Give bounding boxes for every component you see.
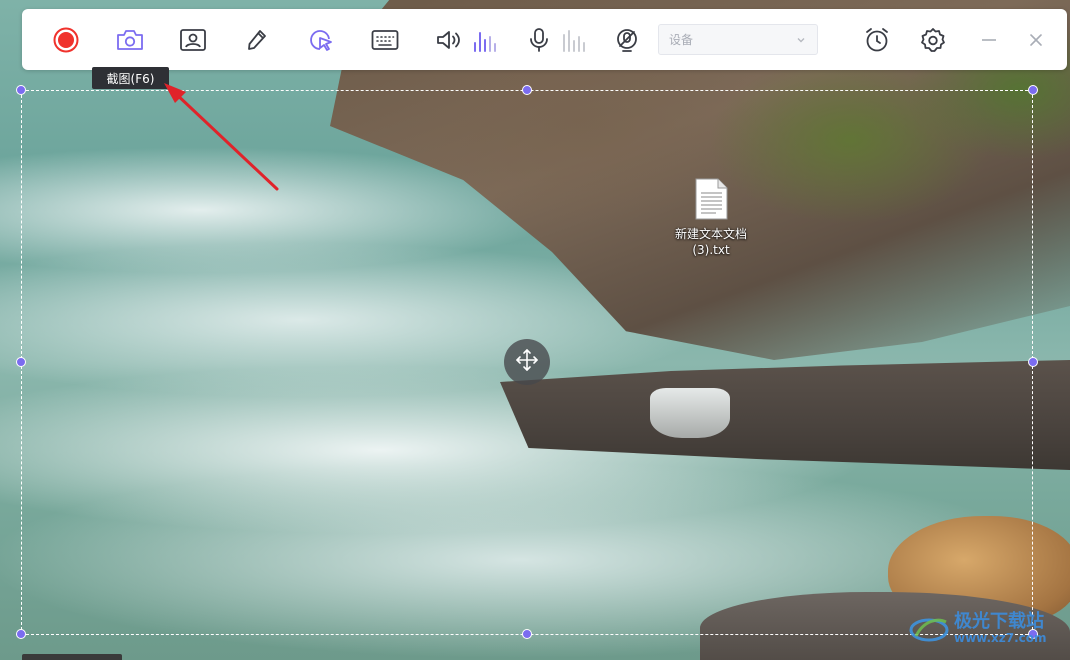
taskbar-edge <box>22 654 122 660</box>
site-watermark: 极光下载站 www.xz7.com <box>908 604 1068 656</box>
watermark-title: 极光下载站 <box>954 611 1044 632</box>
watermark-url: www.xz7.com <box>954 631 1047 645</box>
annotation-arrow-icon <box>164 83 279 191</box>
watermark-logo-icon <box>908 610 950 650</box>
